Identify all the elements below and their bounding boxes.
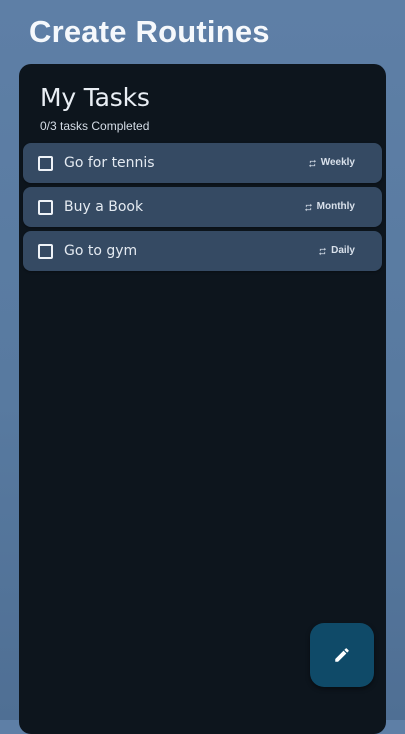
task-checkbox[interactable] <box>38 200 53 215</box>
task-checkbox[interactable] <box>38 244 53 259</box>
task-frequency: Daily <box>318 244 355 258</box>
task-row[interactable]: Go for tennis Weekly <box>23 143 382 183</box>
edit-routine-button[interactable] <box>310 623 374 687</box>
repeat-icon <box>308 159 316 167</box>
task-checkbox[interactable] <box>38 156 53 171</box>
task-frequency: Weekly <box>308 156 355 170</box>
repeat-icon <box>319 247 326 255</box>
task-label: Go for tennis <box>64 155 155 171</box>
pencil-icon <box>335 648 349 662</box>
task-frequency-label: Daily <box>331 245 355 256</box>
task-frequency-label: Weekly <box>320 157 355 168</box>
repeat-icon <box>304 203 312 211</box>
page-title: Create Routines <box>29 14 270 49</box>
task-row[interactable]: Buy a Book Monthly <box>23 187 382 227</box>
task-frequency-label: Monthly <box>316 201 355 212</box>
card-title: My Tasks <box>40 83 150 112</box>
task-frequency: Monthly <box>304 200 355 214</box>
tasks-progress-text: 0/3 tasks Completed <box>40 119 150 133</box>
task-label: Go to gym <box>64 243 138 259</box>
task-list: Go for tennis Weekly Buy a Book Monthly … <box>23 143 382 275</box>
task-row[interactable]: Go to gym Daily <box>23 231 382 271</box>
task-label: Buy a Book <box>64 199 144 215</box>
